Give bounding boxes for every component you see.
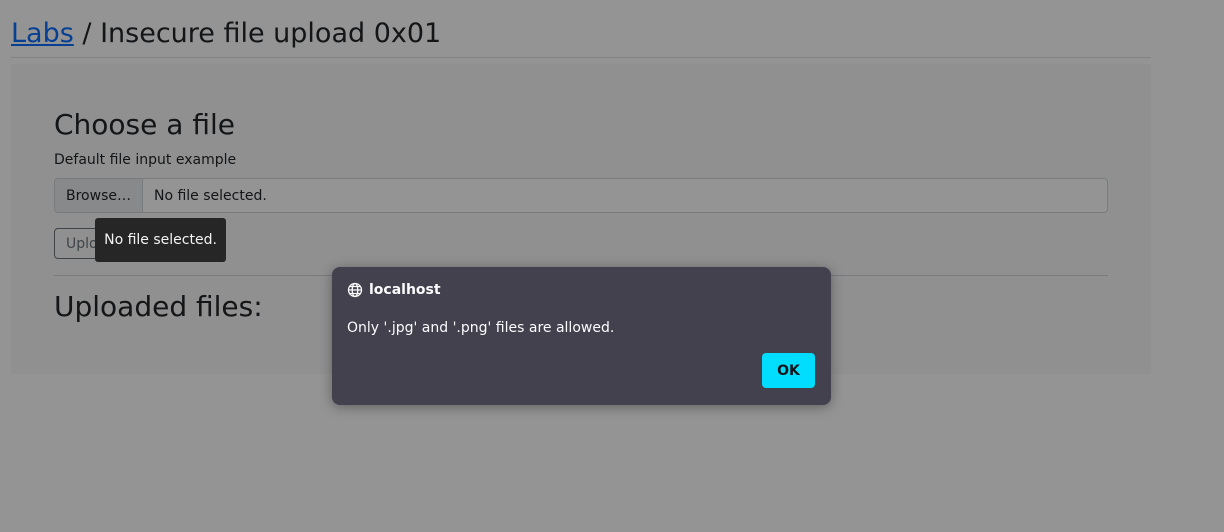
dialog-origin: localhost [369,282,441,298]
dialog-message: Only '.jpg' and '.png' files are allowed… [347,320,615,336]
file-input-tooltip: No file selected. [95,218,226,262]
globe-icon [347,282,363,298]
alert-dialog: localhost Only '.jpg' and '.png' files a… [332,267,831,405]
dialog-title: localhost [347,282,441,298]
modal-backdrop [0,0,1224,532]
ok-button[interactable]: OK [762,353,815,388]
